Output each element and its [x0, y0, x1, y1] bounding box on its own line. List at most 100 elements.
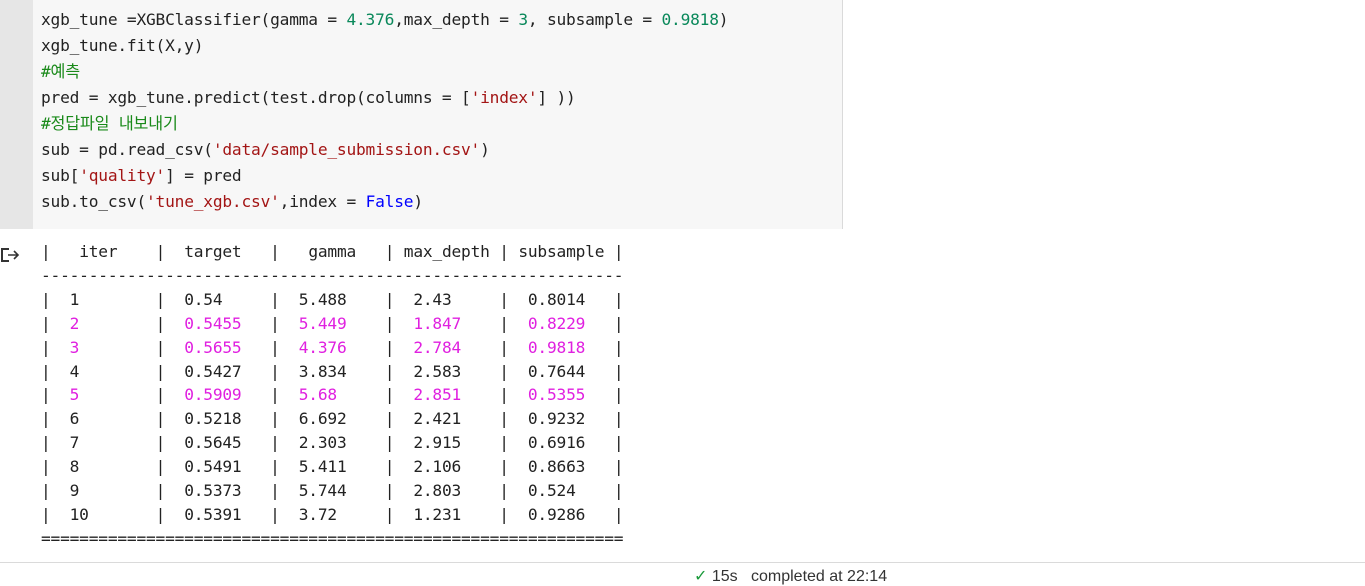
table-border: | [499, 337, 528, 357]
code-line[interactable]: #예측 [41, 59, 728, 85]
table-border [461, 409, 499, 428]
table-border [79, 433, 155, 452]
table-border [222, 290, 270, 309]
table-cell: 0.9286 [527, 504, 586, 524]
table-border: | [384, 289, 414, 309]
table-border: | [155, 385, 185, 405]
table-border: | [155, 433, 185, 453]
table-cell: 5.411 [298, 457, 347, 477]
divider [0, 562, 1365, 563]
table-border: | [613, 313, 624, 333]
table-border: | [499, 504, 528, 524]
output-toggle-icon[interactable] [0, 246, 20, 264]
cell-output-table: | iter | target | gamma | max_depth | su… [41, 240, 624, 551]
table-row: | 3 | 0.5655 | 4.376 | 2.784 | 0.9818 | [41, 336, 624, 360]
table-border: | [499, 409, 528, 429]
table-cell: max_depth [403, 242, 490, 261]
table-cell: 2.803 [413, 481, 462, 501]
table-border [117, 242, 155, 261]
code-line[interactable]: pred = xgb_tune.predict(test.drop(column… [41, 85, 728, 111]
table-border: | [270, 481, 299, 501]
table-border: | [155, 313, 185, 333]
table-border [241, 338, 270, 357]
table-header: | iter | target | gamma | max_depth | su… [41, 240, 624, 264]
table-cell: 3 [69, 337, 80, 357]
table-cell: 9 [69, 481, 80, 501]
table-border [241, 433, 270, 452]
table-border: | [613, 242, 624, 261]
table-border [347, 433, 385, 452]
table-cell: 5.488 [298, 289, 347, 309]
table-border: | [499, 242, 519, 261]
table-border: | [41, 481, 70, 501]
table-border [241, 314, 270, 333]
table-cell: 0.5355 [527, 385, 586, 405]
table-border [241, 385, 270, 404]
table-border: | [155, 242, 185, 261]
table-cell: 6.692 [298, 409, 347, 429]
table-cell: 5.744 [298, 481, 347, 501]
table-border: | [155, 409, 185, 429]
table-border [337, 385, 385, 404]
table-cell: 7 [69, 433, 80, 453]
code-line[interactable]: xgb_tune.fit(X,y) [41, 33, 728, 59]
table-row: | 10 | 0.5391 | 3.72 | 1.231 | 0.9286 | [41, 503, 624, 527]
code-token: sub = pd.read_csv( [41, 140, 213, 159]
code-token: ,index = [279, 192, 366, 211]
cell-gutter[interactable] [0, 0, 33, 229]
table-border [241, 457, 270, 476]
table-row: | 5 | 0.5909 | 5.68 | 2.851 | 0.5355 | [41, 383, 624, 407]
code-token: sub[ [41, 166, 80, 185]
code-token: 'data/sample_submission.csv' [212, 140, 481, 159]
table-cell: 2.583 [413, 361, 462, 381]
code-line[interactable]: sub['quality'] = pred [41, 163, 728, 189]
table-cell: 0.54 [184, 289, 223, 309]
table-border [585, 505, 614, 524]
table-cell: 0.6916 [527, 433, 586, 453]
table-border [337, 505, 385, 524]
table-border: | [155, 457, 185, 477]
table-border: | [270, 504, 299, 524]
code-cell[interactable]: xgb_tune =XGBClassifier(gamma = 4.376,ma… [0, 0, 1365, 229]
code-token: 4.376 [346, 10, 395, 29]
code-line[interactable]: #정답파일 내보내기 [41, 111, 728, 137]
table-border: | [613, 433, 624, 453]
table-cell: 1.231 [413, 504, 462, 524]
table-cell: 2.421 [413, 409, 462, 429]
table-border [79, 481, 155, 500]
code-text[interactable]: xgb_tune =XGBClassifier(gamma = 4.376,ma… [41, 7, 729, 215]
code-line[interactable]: sub.to_csv('tune_xgb.csv',index = False) [41, 189, 728, 215]
code-line[interactable]: xgb_tune =XGBClassifier(gamma = 4.376,ma… [41, 7, 729, 33]
table-border: | [499, 313, 528, 333]
table-border [461, 362, 499, 381]
check-icon: ✓ [694, 568, 708, 585]
table-border: | [155, 289, 185, 309]
table-border: | [270, 385, 299, 405]
table-border: | [613, 481, 624, 501]
table-border: | [270, 457, 299, 477]
code-editor[interactable]: xgb_tune =XGBClassifier(gamma = 4.376,ma… [33, 0, 843, 229]
table-cell: 5 [69, 385, 80, 405]
table-cell: 0.8014 [527, 289, 586, 309]
code-token: xgb_tune =XGBClassifier(gamma = [41, 10, 347, 29]
table-row: | 6 | 0.5218 | 6.692 | 2.421 | 0.9232 | [41, 407, 624, 431]
table-cell: 2.851 [413, 385, 462, 405]
table-border: | [41, 433, 70, 453]
table-border [347, 409, 385, 428]
table-border [604, 242, 614, 261]
table-border: | [41, 504, 70, 524]
table-cell: 6 [69, 409, 80, 429]
table-border: | [499, 457, 528, 477]
code-line[interactable]: sub = pd.read_csv('data/sample_submissio… [41, 137, 728, 163]
code-token: 'quality' [79, 166, 166, 185]
table-cell: 0.5455 [184, 313, 242, 333]
table-border [585, 290, 614, 309]
table-border: | [499, 433, 528, 453]
table-border: | [270, 313, 299, 333]
table-border: | [41, 457, 70, 477]
table-cell: 0.5218 [184, 409, 242, 429]
table-cell: 3.72 [298, 504, 337, 524]
table-border [79, 338, 155, 357]
table-row: | 4 | 0.5427 | 3.834 | 2.583 | 0.7644 | [41, 360, 624, 384]
table-border [461, 338, 499, 357]
